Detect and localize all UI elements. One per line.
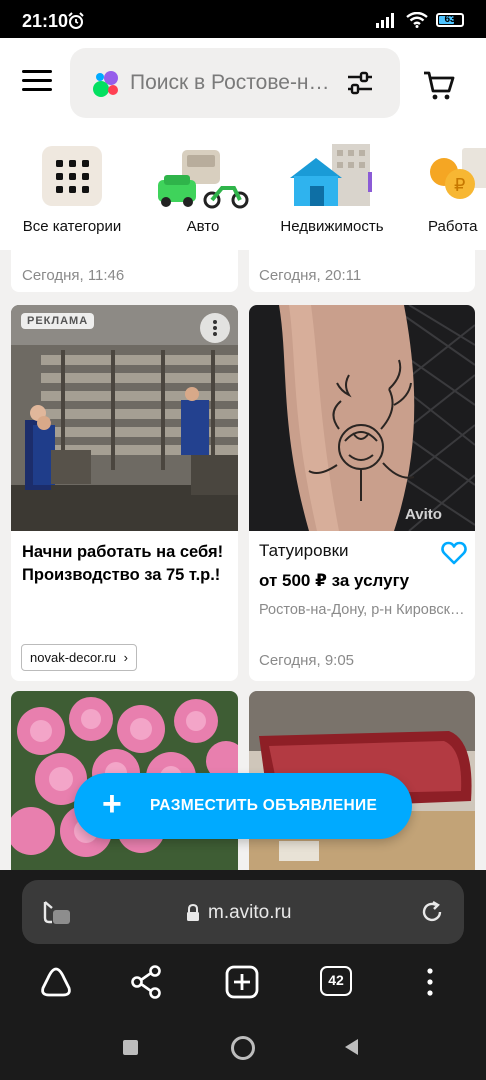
app-header: Поиск в Ростове-на-Дону — [0, 38, 486, 130]
category-carousel: Все категории Авто Недвижимость ₽ Работа — [0, 130, 486, 250]
menu-button[interactable] — [22, 70, 52, 94]
site-settings-icon[interactable] — [42, 900, 72, 926]
cars-icon — [158, 150, 249, 209]
grid-icon — [42, 146, 102, 206]
lock-icon — [187, 904, 199, 921]
filter-icon[interactable] — [346, 70, 374, 96]
avito-logo-icon — [93, 71, 118, 97]
search-bar[interactable]: Поиск в Ростове-на-Дону — [70, 48, 400, 118]
reload-icon[interactable] — [420, 900, 444, 924]
category-label: Все категории — [22, 218, 122, 235]
home-nav-icon[interactable] — [231, 1036, 255, 1060]
category-work[interactable]: ₽ Работа — [428, 144, 486, 235]
tab-count: 42 — [320, 966, 352, 996]
signal-icon — [376, 13, 394, 28]
house-icon — [290, 144, 372, 206]
category-all[interactable]: Все категории — [20, 144, 124, 235]
listing-card[interactable]: Сегодня, 20:11 — [249, 250, 475, 292]
system-navigation — [0, 1020, 486, 1080]
status-bar: 21:10 63 — [0, 0, 486, 38]
listing-card[interactable]: Сегодня, 11:46 — [11, 250, 238, 292]
category-label: Недвижимость — [280, 218, 384, 235]
recents-icon[interactable] — [123, 1040, 138, 1055]
ad-card[interactable]: РЕКЛАМА Начни работать на себя! Производ… — [11, 305, 238, 681]
post-ad-button[interactable]: + РАЗМЕСТИТЬ ОБЪЯВЛЕНИЕ — [74, 773, 412, 839]
browser-nav-row: 42 — [0, 962, 486, 1002]
category-auto[interactable]: Авто — [156, 144, 250, 235]
more-menu-icon[interactable] — [410, 962, 450, 1002]
more-options-icon[interactable] — [200, 313, 230, 343]
ad-title: Начни работать на себя! Производство за … — [22, 543, 224, 584]
listing-image: Avito — [249, 305, 475, 531]
wifi-icon — [406, 12, 428, 28]
new-tab-icon[interactable] — [222, 962, 262, 1002]
listing-date: Сегодня, 9:05 — [259, 652, 355, 669]
coins-icon: ₽ — [430, 148, 486, 199]
url-text: m.avito.ru — [208, 902, 292, 923]
listing-price: от 500 ₽ за услугу — [259, 571, 410, 590]
listing-date: Сегодня, 20:11 — [259, 267, 362, 284]
alarm-icon — [68, 12, 84, 29]
share-icon[interactable] — [126, 962, 166, 1002]
listing-card[interactable]: Avito Татуировки от 500 ₽ за услугу Рост… — [249, 305, 475, 681]
cart-icon[interactable] — [422, 68, 456, 102]
svg-text:₽: ₽ — [454, 175, 465, 196]
heart-icon[interactable] — [441, 541, 467, 565]
watermark-text: Avito — [405, 506, 442, 523]
battery-icon: 63 — [436, 13, 464, 27]
ad-link-text: novak-decor.ru — [30, 650, 116, 665]
home-icon[interactable] — [36, 962, 76, 1002]
tabs-button[interactable]: 42 — [320, 962, 360, 1002]
back-icon[interactable] — [343, 1038, 359, 1056]
address-bar[interactable]: m.avito.ru — [22, 880, 464, 944]
ad-badge: РЕКЛАМА — [21, 313, 95, 329]
ad-link[interactable]: novak-decor.ru › — [21, 644, 137, 671]
category-label: Авто — [186, 218, 220, 235]
chevron-right-icon: › — [123, 650, 128, 665]
category-realty[interactable]: Недвижимость — [278, 144, 386, 235]
listing-location: Ростов-на-Дону, р-н Кировский — [259, 602, 465, 618]
listing-title: Татуировки — [259, 541, 349, 560]
search-input[interactable]: Поиск в Ростове-на-Дону — [130, 71, 335, 95]
status-icons: 63 — [376, 12, 464, 28]
listing-date: Сегодня, 11:46 — [22, 267, 125, 284]
plus-icon: + — [102, 785, 122, 823]
category-label: Работа — [428, 218, 478, 235]
battery-level: 63 — [444, 14, 456, 25]
post-ad-label: РАЗМЕСТИТЬ ОБЪЯВЛЕНИЕ — [150, 797, 378, 814]
browser-toolbar: m.avito.ru 42 — [0, 870, 486, 1020]
status-time: 21:10 — [22, 11, 69, 31]
